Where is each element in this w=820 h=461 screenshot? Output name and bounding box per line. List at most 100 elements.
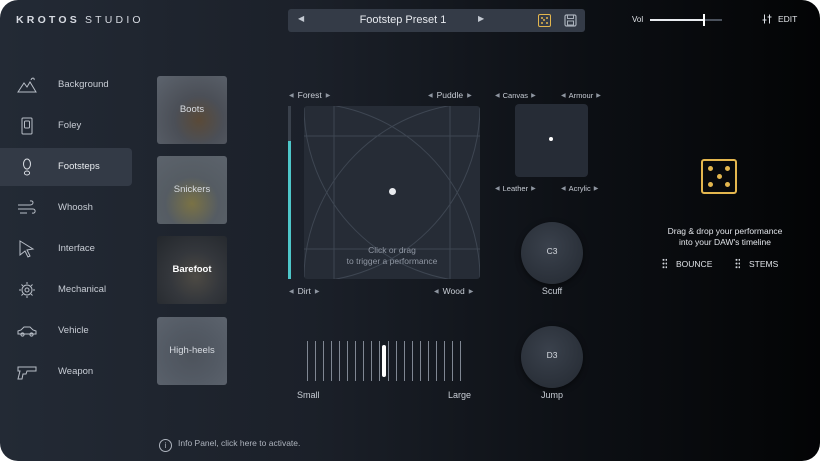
randomize-dice-icon[interactable] [538, 14, 551, 27]
caret-right-icon: ▶ [467, 93, 472, 99]
sidebar-item-footsteps[interactable]: Footsteps [0, 148, 132, 186]
sound-tile-snickers[interactable]: Snickers [157, 156, 227, 224]
slider-tick [443, 341, 445, 381]
xy-pad-hint: Click or drag to trigger a performance [304, 245, 480, 267]
sidebar-item-foley[interactable]: Foley [0, 107, 132, 145]
xy-label-top-right[interactable]: ◀ Puddle ▶ [428, 90, 476, 100]
sidebar-item-mechanical[interactable]: Mechanical [0, 271, 132, 309]
bounce-label: BOUNCE [676, 259, 713, 269]
volume-thumb[interactable] [703, 14, 705, 26]
sidebar-item-label: Footsteps [58, 161, 100, 172]
slider-tick [411, 341, 413, 381]
sidebar-item-weapon[interactable]: Weapon [0, 353, 132, 391]
slider-tick [387, 341, 389, 381]
caret-left-icon: ◀ [495, 93, 500, 99]
material-mix-pad[interactable] [515, 104, 588, 177]
xy-hint-line: Click or drag [368, 245, 416, 255]
xy-label-bottom-right[interactable]: ◀ Wood ▶ [434, 286, 477, 296]
material-mix-cursor[interactable] [549, 137, 553, 141]
mini-label-text: Acrylic [568, 184, 591, 193]
foley-icon [21, 117, 33, 135]
jump-trigger-button[interactable]: D3 [521, 326, 583, 388]
slider-tick [427, 341, 429, 381]
cursor-icon [19, 240, 35, 258]
caret-right-icon: ▶ [314, 289, 320, 295]
caret-right-icon: ▶ [531, 186, 536, 192]
drag-text-line: into your DAW's timeline [678, 237, 771, 247]
caret-left-icon: ◀ [428, 93, 433, 99]
mini-label-top-left[interactable]: ◀ Canvas ▶ [495, 90, 540, 100]
drag-grip-icon [735, 258, 740, 269]
sidebar-item-label: Foley [58, 120, 82, 131]
sound-tile-boots[interactable]: Boots [157, 76, 227, 144]
slider-tick [331, 341, 333, 381]
sidebar-item-interface[interactable]: Interface [0, 230, 132, 268]
sidebar-item-background[interactable]: Background [0, 66, 132, 104]
xy-label-top-left[interactable]: ◀ Forest ▶ [289, 90, 334, 100]
caret-right-icon: ▶ [596, 93, 601, 99]
logo-product: STUDIO [84, 14, 144, 26]
sidebar-item-label: Mechanical [58, 284, 107, 295]
scuff-label: Scuff [541, 286, 563, 296]
drag-drop-instructions: Drag & drop your performance into your D… [650, 226, 800, 248]
mini-label-bottom-right[interactable]: ◀ Acrylic ▶ [561, 183, 602, 193]
caret-left-icon: ◀ [561, 93, 566, 99]
sound-tile-label: High-heels [169, 345, 215, 356]
slider-tick [347, 341, 349, 381]
car-icon [17, 326, 37, 337]
caret-right-icon: ▶ [468, 289, 474, 295]
output-level-fill [288, 140, 291, 279]
sidebar-item-label: Weapon [58, 366, 94, 377]
slider-tick [419, 341, 421, 381]
preset-next-button[interactable]: ▶ [478, 14, 484, 23]
xy-label-text: Puddle [436, 90, 464, 100]
xy-label-text: Dirt [297, 286, 311, 296]
info-panel-text: Info Panel, click here to activate. [178, 438, 301, 448]
xy-label-text: Forest [297, 90, 322, 100]
sound-tile-barefoot[interactable]: Barefoot [157, 236, 227, 304]
scuff-trigger-button[interactable]: C3 [521, 222, 583, 284]
slider-tick [451, 341, 453, 381]
randomize-performance-dice-icon[interactable] [701, 159, 737, 194]
mini-label-text: Armour [568, 91, 594, 100]
info-icon: i [159, 439, 172, 452]
footprint-icon [23, 158, 31, 176]
xy-label-bottom-left[interactable]: ◀ Dirt ▶ [289, 286, 323, 296]
mini-label-top-right[interactable]: ◀ Armour ▶ [561, 90, 605, 100]
sidebar-item-label: Whoosh [58, 202, 93, 213]
xy-pad-cursor[interactable] [389, 188, 396, 195]
sidebar-item-label: Interface [58, 243, 95, 254]
sidebar-item-label: Vehicle [58, 325, 89, 336]
xy-performance-pad[interactable]: Click or drag to trigger a performance [304, 106, 480, 279]
sidebar-item-whoosh[interactable]: Whoosh [0, 189, 132, 227]
stems-label: STEMS [749, 259, 779, 269]
mini-label-bottom-left[interactable]: ◀ Leather ▶ [495, 183, 540, 193]
size-slider-handle[interactable] [381, 345, 386, 377]
caret-left-icon: ◀ [495, 186, 500, 192]
app-logo: KROTOS STUDIO [16, 14, 144, 26]
krotos-studio-window: KROTOS STUDIO ◀ Footstep Preset 1 ▶ Vol E… [0, 0, 820, 461]
sound-tile-label: Barefoot [172, 264, 212, 275]
knob-note: D3 [546, 350, 558, 360]
output-level-meter [288, 106, 291, 279]
bounce-drag-button[interactable]: BOUNCE [662, 258, 712, 269]
drag-grip-icon [662, 258, 667, 269]
xy-label-text: Wood [442, 286, 465, 296]
edit-button[interactable]: EDIT [762, 14, 797, 24]
volume-slider[interactable] [650, 14, 722, 26]
info-panel-toggle[interactable]: i Info Panel, click here to activate. [159, 438, 300, 452]
sliders-icon [762, 14, 772, 24]
logo-brand: KROTOS [16, 14, 80, 26]
sound-tile-label: Boots [179, 104, 205, 115]
sidebar-item-vehicle[interactable]: Vehicle [0, 312, 132, 350]
slider-max-label: Large [448, 390, 472, 400]
caret-right-icon: ▶ [325, 93, 331, 99]
save-icon[interactable] [564, 14, 577, 27]
caret-right-icon: ▶ [593, 186, 599, 192]
stems-drag-button[interactable]: STEMS [735, 258, 778, 269]
drag-text-line: Drag & drop your performance [667, 226, 783, 236]
slider-tick [371, 341, 373, 381]
sidebar-item-label: Background [58, 79, 109, 90]
sound-tile-high-heels[interactable]: High-heels [157, 317, 227, 385]
whoosh-icon [18, 200, 36, 214]
